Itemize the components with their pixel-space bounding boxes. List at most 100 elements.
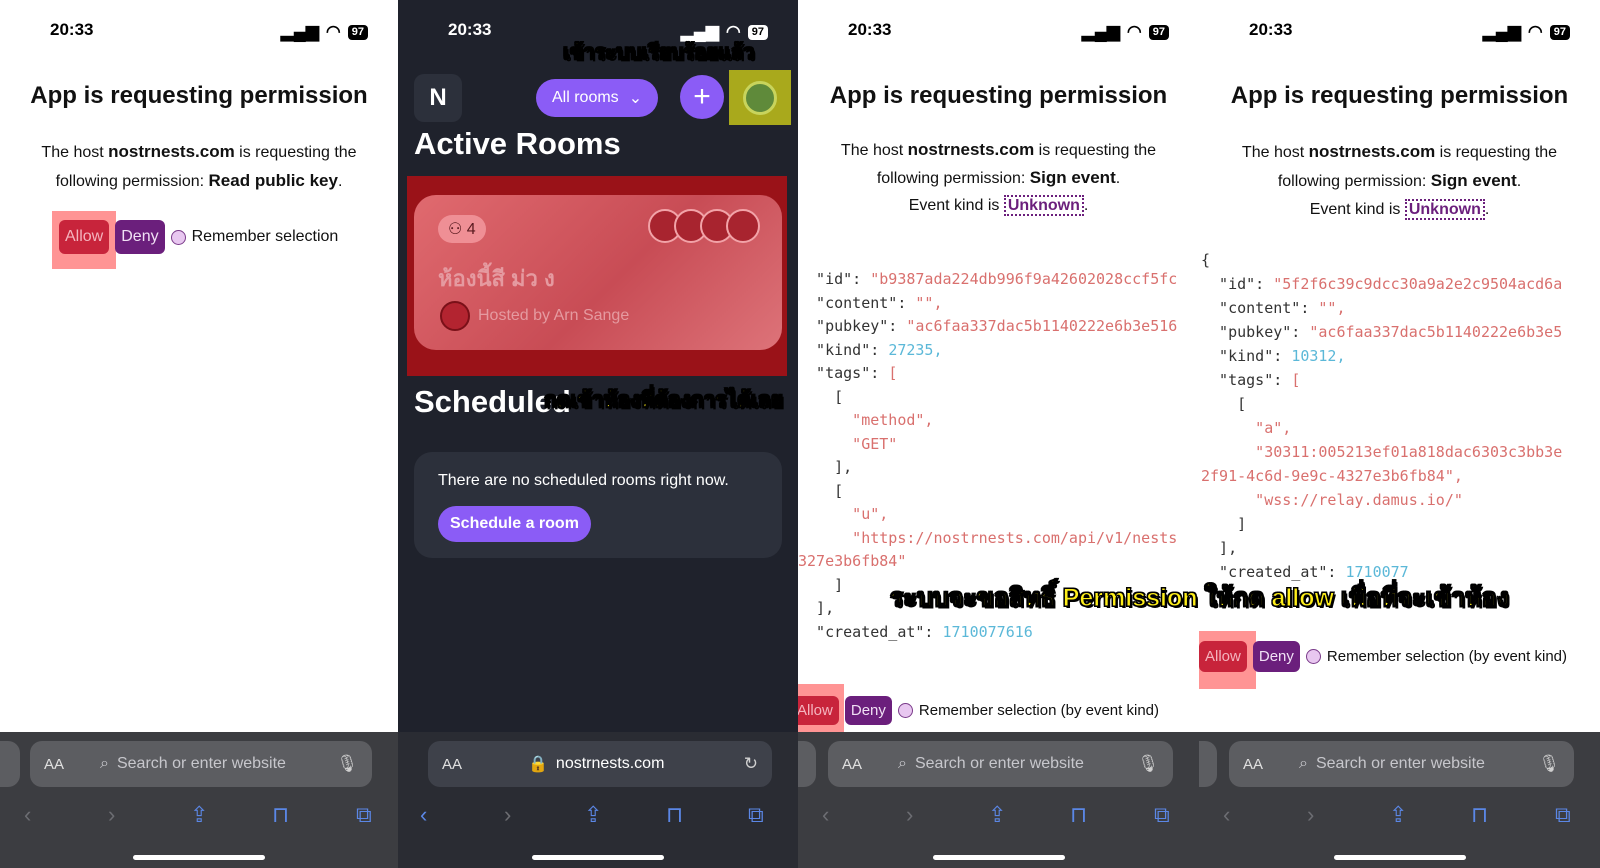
deny-button[interactable]: Deny	[115, 220, 165, 254]
allow-button[interactable]: Allow	[798, 696, 839, 725]
event-kind: Unknown	[1404, 199, 1485, 220]
reader-aa-button[interactable]: AA	[842, 756, 862, 773]
permission-actions: Allow Deny Remember selection	[59, 220, 338, 254]
address-bar[interactable]: AA ⌕ Search or enter website 🎙	[30, 741, 372, 787]
back-icon[interactable]: ‹	[420, 802, 427, 828]
allow-button[interactable]: Allow	[1199, 641, 1247, 672]
rooms-filter-dropdown[interactable]: All rooms ⌄	[536, 79, 659, 117]
remember-label: Remember selection (by event kind)	[918, 702, 1159, 719]
json-line: [	[798, 481, 844, 500]
bookmarks-icon[interactable]: ⊓	[666, 802, 683, 828]
signal-icon: ▂▄▆	[1482, 22, 1521, 41]
status-bar: 20:33 ▂▄▆ ◠ 97	[0, 18, 398, 42]
json-line: "created_at": 1710077616	[798, 622, 1033, 641]
reader-aa-button[interactable]: AA	[1243, 756, 1263, 773]
permission-actions: Allow Deny Remember selection (by event …	[798, 696, 1159, 725]
json-line: "GET"	[798, 434, 898, 453]
screen-4: 20:33 ▂▄▆ ◠ 97 App is requesting permissio…	[1199, 0, 1600, 868]
forward-icon[interactable]: ›	[108, 802, 115, 828]
tabs-icon[interactable]: ⧉	[1154, 802, 1170, 828]
battery-icon: 97	[347, 24, 368, 40]
search-placeholder: Search or enter website	[116, 755, 286, 772]
tabs-icon[interactable]: ⧉	[748, 802, 764, 828]
json-line: "tags": [	[1201, 371, 1301, 389]
clock: 20:33	[50, 20, 94, 39]
microphone-icon[interactable]: 🎙	[1538, 754, 1560, 774]
schedule-room-button[interactable]: Schedule a room	[438, 506, 591, 542]
microphone-icon[interactable]: 🎙	[336, 754, 358, 774]
room-name: ห้องนี้สี ม่ว ง	[438, 266, 555, 291]
safari-toolbar: AA 🔒 nostrnests.com ↻ ‹ › ⇪ ⊓ ⧉	[398, 732, 798, 868]
deny-button[interactable]: Deny	[1252, 641, 1300, 672]
deny-button[interactable]: Deny	[844, 696, 892, 725]
forward-icon[interactable]: ›	[906, 802, 913, 828]
forward-icon[interactable]: ›	[1307, 802, 1314, 828]
screen-2: 20:33 ▂▄▆ ◠ 97 เข้าระบบเรียบร้อยแล้ว N All…	[398, 0, 798, 868]
no-scheduled-text: There are no scheduled rooms right now.	[438, 472, 729, 489]
url-text: nostrnests.com	[555, 755, 665, 772]
screen-3: 20:33 ▂▄▆ ◠ 97 App is requesting permissio…	[798, 0, 1199, 868]
json-line: 2f91-4c6d-9e9c-4327e3b6fb84",	[1201, 467, 1463, 485]
address-bar[interactable]: AA ⌕ Search or enter website 🎙	[828, 741, 1173, 787]
json-line: "a",	[1201, 419, 1292, 437]
share-icon[interactable]: ⇪	[1389, 802, 1407, 828]
signal-icon: ▂▄▆	[280, 22, 319, 41]
tabs-icon[interactable]: ⧉	[356, 802, 372, 828]
remember-radio[interactable]	[1305, 649, 1321, 664]
json-line: ],	[798, 458, 853, 476]
home-indicator	[532, 855, 664, 860]
safari-toolbar: AA ⌕ Search or enter website 🎙 ‹ › ⇪ ⊓ ⧉	[1199, 732, 1600, 868]
json-line: {	[1201, 251, 1211, 269]
json-line: "tags": [	[798, 364, 898, 382]
share-icon[interactable]: ⇪	[584, 802, 602, 828]
remember-radio[interactable]	[170, 229, 186, 245]
json-line: ]	[1201, 515, 1247, 533]
clock: 20:33	[1249, 20, 1293, 39]
screen-1: 20:33 ▂▄▆ ◠ 97 App is requesting permissio…	[0, 0, 398, 868]
json-line: 327e3b6fb84"	[798, 552, 907, 570]
json-line: "https://nostrnests.com/api/v1/nests	[798, 528, 1178, 547]
active-rooms-heading: Active Rooms	[414, 126, 621, 161]
previous-tab-sliver	[1199, 741, 1217, 787]
room-card[interactable]: ⚇ 4 ห้องนี้สี ม่ว ง Hosted by Arn Sange	[414, 195, 782, 350]
json-line: "id": "b9387ada224db996f9a42602028ccf5fc	[798, 270, 1178, 288]
previous-tab-sliver	[798, 741, 816, 787]
bookmarks-icon[interactable]: ⊓	[1471, 802, 1488, 828]
share-icon[interactable]: ⇪	[190, 802, 208, 828]
permission-name: Read public key	[208, 171, 338, 190]
battery-icon: 97	[1148, 24, 1169, 40]
allow-button[interactable]: Allow	[59, 220, 110, 254]
participant-count: ⚇ 4	[438, 215, 486, 243]
tabs-icon[interactable]: ⧉	[1555, 802, 1571, 828]
remember-label: Remember selection (by event kind)	[1326, 648, 1567, 665]
home-indicator	[133, 855, 265, 860]
clock: 20:33	[448, 20, 492, 39]
reload-icon[interactable]: ↻	[744, 754, 758, 774]
permission-name: Sign event	[1029, 168, 1116, 187]
chevron-down-icon: ⌄	[628, 90, 643, 107]
forward-icon[interactable]: ›	[504, 802, 511, 828]
app-logo[interactable]: N	[414, 74, 462, 122]
safari-toolbar: AA ⌕ Search or enter website 🎙 ‹ › ⇪ ⊓ ⧉	[798, 732, 1199, 868]
address-bar[interactable]: AA 🔒 nostrnests.com ↻	[428, 741, 772, 787]
share-icon[interactable]: ⇪	[988, 802, 1006, 828]
permission-description: The host nostrnests.com is requesting th…	[41, 142, 357, 190]
bookmarks-icon[interactable]: ⊓	[1070, 802, 1087, 828]
json-line: "pubkey": "ac6faa337dac5b1140222e6b3e516	[798, 317, 1178, 335]
add-room-button[interactable]: +	[680, 75, 724, 119]
reader-aa-button[interactable]: AA	[44, 756, 64, 773]
remember-label: Remember selection	[191, 228, 339, 245]
back-icon[interactable]: ‹	[24, 802, 31, 828]
microphone-icon[interactable]: 🎙	[1137, 754, 1159, 774]
remember-radio[interactable]	[897, 703, 913, 718]
back-icon[interactable]: ‹	[822, 802, 829, 828]
back-icon[interactable]: ‹	[1223, 802, 1230, 828]
avatar[interactable]	[729, 70, 791, 125]
reader-aa-button[interactable]: AA	[442, 756, 462, 773]
previous-tab-sliver	[0, 741, 20, 787]
users-icon: ⚇	[448, 221, 467, 238]
bookmarks-icon[interactable]: ⊓	[272, 802, 289, 828]
permission-description: The host nostrnests.com is requesting th…	[840, 140, 1157, 216]
address-bar[interactable]: AA ⌕ Search or enter website 🎙	[1229, 741, 1574, 787]
host-name: nostrnests.com	[108, 142, 235, 161]
